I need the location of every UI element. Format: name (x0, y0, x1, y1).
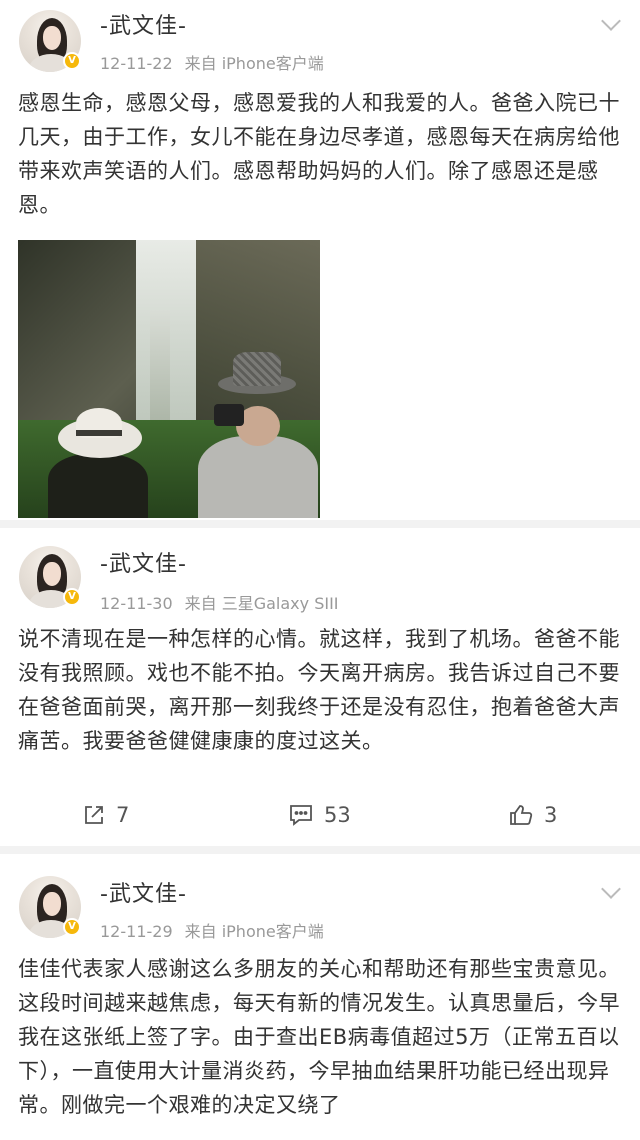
author-name[interactable]: -武文佳- (100, 8, 187, 40)
author-name[interactable]: -武文佳- (100, 876, 187, 908)
repost-button[interactable]: 7 (82, 790, 129, 840)
weibo-post-card: V -武文佳- 12-11-29 来自 iPhone客户端 佳佳代表家人感谢这么多… (0, 854, 640, 1140)
post-meta: 12-11-30 来自 三星Galaxy SIII (100, 590, 351, 614)
like-button[interactable]: 3 (508, 790, 557, 840)
verified-badge-icon: V (63, 588, 81, 606)
author-name[interactable]: -武文佳- (100, 546, 187, 578)
post-text: 感恩生命，感恩父母，感恩爱我的人和我爱的人。爸爸入院已十几天，由于工作，女儿不能… (18, 91, 620, 217)
repost-count: 7 (116, 803, 130, 827)
post-text: 说不清现在是一种怎样的心情。就这样，我到了机场。爸爸不能没有我照顾。戏也不能不拍… (18, 627, 620, 753)
comment-bubble-icon (290, 805, 312, 826)
chevron-down-icon[interactable] (601, 11, 621, 31)
post-source: 来自 iPhone客户端 (184, 922, 324, 941)
post-date: 12-11-30 (100, 594, 173, 613)
post-source: 来自 三星Galaxy SIII (184, 594, 339, 613)
post-photo[interactable] (18, 240, 320, 518)
post-date: 12-11-29 (100, 922, 173, 941)
post-date: 12-11-22 (100, 54, 173, 73)
verified-badge-icon: V (63, 918, 81, 936)
share-arrow-icon (85, 806, 103, 824)
like-count: 3 (544, 803, 558, 827)
weibo-post-card: V -武文佳- 12-11-22 来自 iPhone客户端 感恩生命，感恩父母，感… (0, 0, 640, 520)
thumbs-up-icon (510, 805, 533, 825)
comment-count: 53 (324, 803, 351, 827)
verified-badge-icon: V (63, 52, 81, 70)
post-meta: 12-11-22 来自 iPhone客户端 (100, 50, 336, 74)
post-source: 来自 iPhone客户端 (184, 54, 324, 73)
post-meta: 12-11-29 来自 iPhone客户端 (100, 918, 336, 942)
post-actions-bar: 7 53 3 (0, 790, 640, 840)
chevron-down-icon[interactable] (601, 879, 621, 899)
weibo-post-card: V -武文佳- 12-11-30 来自 三星Galaxy SIII 说不清现在是一… (0, 528, 640, 846)
post-text: 佳佳代表家人感谢这么多朋友的关心和帮助还有那些宝贵意见。这段时间越来越焦虑，每天… (18, 957, 620, 1117)
comment-button[interactable]: 53 (288, 790, 351, 840)
